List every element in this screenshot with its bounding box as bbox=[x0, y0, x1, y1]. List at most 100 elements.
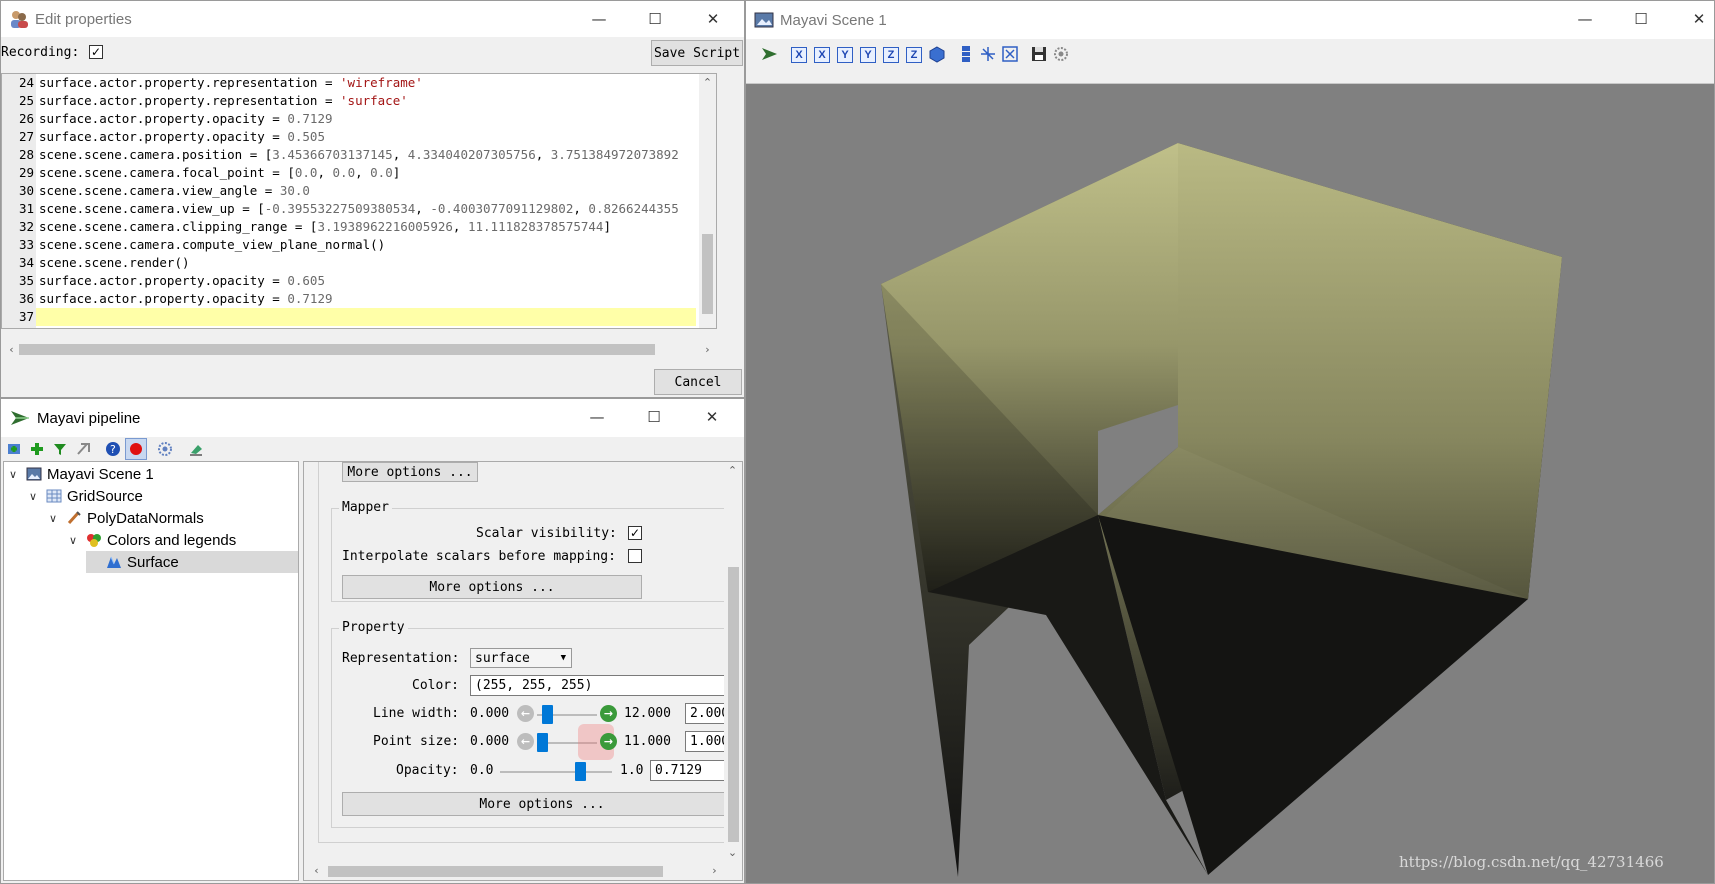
properties-horizontal-scrollbar[interactable]: ‹ › bbox=[304, 862, 724, 880]
code-token: 'wireframe' bbox=[340, 75, 423, 90]
view-plusminus-y-button[interactable]: Y bbox=[860, 47, 876, 63]
decrease-arrow-icon[interactable]: ← bbox=[517, 733, 534, 750]
line-number: 35 bbox=[18, 273, 34, 288]
add-source-icon[interactable] bbox=[28, 440, 46, 458]
color-field[interactable]: (255, 255, 255) bbox=[470, 675, 742, 696]
clear-icon[interactable] bbox=[187, 440, 205, 458]
scroll-down-icon[interactable]: ⌄ bbox=[724, 844, 741, 861]
tree-item-label: Mayavi Scene 1 bbox=[47, 465, 154, 483]
cancel-button[interactable]: Cancel bbox=[654, 369, 742, 395]
view-minus-y-button[interactable]: Y bbox=[837, 47, 853, 63]
editor-horizontal-scrollbar[interactable]: ‹ › bbox=[1, 341, 717, 358]
help-icon[interactable]: ? bbox=[104, 440, 122, 458]
pipeline-maximize-button[interactable]: ☐ bbox=[631, 399, 677, 435]
script-editor[interactable]: 24 surface.actor.property.representation … bbox=[1, 73, 717, 329]
code-line[interactable]: 24 surface.actor.property.representation … bbox=[2, 74, 716, 92]
fullscreen-icon[interactable] bbox=[1001, 45, 1019, 63]
parallel-projection-icon[interactable] bbox=[957, 45, 975, 63]
tree-item-surface[interactable]: Surface bbox=[86, 551, 298, 573]
code-line[interactable]: 31 scene.scene.camera.view_up = [-0.39553… bbox=[2, 200, 716, 218]
scene-close-button[interactable]: ✕ bbox=[1676, 1, 1714, 37]
point-size-slider-knob[interactable] bbox=[537, 733, 549, 752]
isometric-view-icon[interactable] bbox=[928, 45, 946, 63]
code-line[interactable]: 29 scene.scene.camera.focal_point = [0.0,… bbox=[2, 164, 716, 182]
tree-item-colors-and-legends[interactable]: ∨ Colors and legends bbox=[66, 529, 236, 551]
scroll-right-icon[interactable]: › bbox=[706, 862, 723, 879]
opacity-slider-knob[interactable] bbox=[574, 762, 586, 781]
code-token: scene.scene.camera.clipping_range = [ bbox=[39, 219, 318, 234]
scroll-up-icon[interactable]: ⌃ bbox=[724, 462, 741, 479]
chevron-down-icon[interactable]: ∨ bbox=[26, 490, 40, 503]
scroll-left-icon[interactable]: ‹ bbox=[3, 341, 20, 358]
chevron-down-icon[interactable]: ∨ bbox=[46, 512, 60, 525]
increase-arrow-icon[interactable]: → bbox=[600, 733, 617, 750]
tree-item-mayavi-scene-1[interactable]: ∨ Mayavi Scene 1 bbox=[6, 463, 154, 485]
recording-checkbox[interactable]: ✓ bbox=[89, 45, 103, 59]
editor-vscroll-thumb[interactable] bbox=[702, 234, 713, 314]
pipeline-titlebar[interactable]: Mayavi pipeline — ☐ ✕ bbox=[1, 399, 744, 437]
minimize-button[interactable]: — bbox=[576, 1, 622, 37]
mayavi-pipeline-icon[interactable] bbox=[760, 45, 778, 63]
save-icon[interactable] bbox=[1030, 45, 1048, 63]
line-number: 34 bbox=[18, 255, 34, 270]
decrease-arrow-icon[interactable]: ← bbox=[517, 705, 534, 722]
scroll-up-icon[interactable]: ⌃ bbox=[699, 74, 716, 91]
scene-maximize-button[interactable]: ☐ bbox=[1618, 1, 1664, 37]
editor-hscroll-thumb[interactable] bbox=[19, 344, 655, 355]
settings-gear-icon[interactable] bbox=[156, 440, 174, 458]
maximize-button[interactable]: ☐ bbox=[632, 1, 678, 37]
view-plusminus-x-button[interactable]: X bbox=[814, 47, 830, 63]
code-line[interactable]: 34 scene.scene.render() bbox=[2, 254, 716, 272]
property-more-options-button[interactable]: More options ... bbox=[342, 792, 742, 816]
view-minus-z-button[interactable]: Z bbox=[883, 47, 899, 63]
edit-properties-titlebar[interactable]: Edit properties — ☐ ✕ bbox=[1, 1, 744, 37]
scroll-right-icon[interactable]: › bbox=[699, 341, 716, 358]
increase-arrow-icon[interactable]: → bbox=[600, 705, 617, 722]
line-width-slider-knob[interactable] bbox=[542, 705, 554, 724]
opacity-track[interactable] bbox=[500, 771, 612, 773]
pipeline-minimize-button[interactable]: — bbox=[574, 399, 620, 435]
view-minus-x-button[interactable]: X bbox=[791, 47, 807, 63]
chevron-down-icon[interactable]: ∨ bbox=[6, 468, 20, 481]
code-line[interactable]: 30 scene.scene.camera.view_angle = 30.0 bbox=[2, 182, 716, 200]
add-module-icon[interactable] bbox=[74, 440, 92, 458]
chevron-down-icon[interactable]: ∨ bbox=[66, 534, 80, 547]
close-button[interactable]: ✕ bbox=[690, 1, 736, 37]
mapper-more-options-button[interactable]: More options ... bbox=[342, 575, 642, 599]
properties-hscroll-thumb[interactable] bbox=[328, 866, 663, 877]
code-line[interactable]: 28 scene.scene.camera.position = [3.45366… bbox=[2, 146, 716, 164]
pipeline-close-button[interactable]: ✕ bbox=[689, 399, 735, 435]
representation-select[interactable]: surface ▼ bbox=[470, 648, 572, 668]
scalar-visibility-checkbox[interactable]: ✓ bbox=[628, 526, 642, 540]
save-script-button[interactable]: Save Script bbox=[651, 40, 743, 66]
add-scene-icon[interactable] bbox=[5, 440, 23, 458]
tree-item-polydatanormals[interactable]: ∨ PolyDataNormals bbox=[46, 507, 204, 529]
editor-vertical-scrollbar[interactable]: ⌃ ⌄ bbox=[699, 74, 716, 328]
more-options-top-button[interactable]: More options ... bbox=[342, 462, 478, 482]
code-line[interactable]: 25 surface.actor.property.representation … bbox=[2, 92, 716, 110]
code-line[interactable]: 33 scene.scene.camera.compute_view_plane_… bbox=[2, 236, 716, 254]
scene-titlebar[interactable]: Mayavi Scene 1 — ☐ ✕ bbox=[746, 1, 1714, 39]
scroll-down-icon[interactable]: ⌄ bbox=[699, 322, 716, 328]
tree-item-gridsource[interactable]: ∨ GridSource bbox=[26, 485, 143, 507]
view-plusminus-z-button[interactable]: Z bbox=[906, 47, 922, 63]
add-filter-icon[interactable] bbox=[51, 440, 69, 458]
axes-indicator-icon[interactable] bbox=[979, 45, 997, 63]
configure-gear-icon[interactable] bbox=[1052, 45, 1070, 63]
scene-viewport[interactable]: https://blog.csdn.net/qq_42731466 bbox=[746, 85, 1714, 883]
record-button[interactable] bbox=[125, 438, 147, 460]
scroll-left-icon[interactable]: ‹ bbox=[308, 862, 325, 879]
code-line[interactable]: 26 surface.actor.property.opacity = 0.712… bbox=[2, 110, 716, 128]
scene-toolbar: XXYYZZ bbox=[746, 39, 1714, 84]
pipeline-tree[interactable]: ∨ Mayavi Scene 1 ∨ GridSource ∨ PolyDataNorma… bbox=[3, 461, 299, 881]
line-number: 28 bbox=[18, 147, 34, 162]
code-line[interactable]: 37 bbox=[19, 308, 696, 326]
properties-vertical-scrollbar[interactable]: ⌃ ⌄ bbox=[724, 462, 742, 862]
interpolate-scalars-checkbox[interactable] bbox=[628, 549, 642, 563]
scene-minimize-button[interactable]: — bbox=[1562, 1, 1608, 37]
properties-vscroll-thumb[interactable] bbox=[728, 567, 739, 842]
code-line[interactable]: 35 surface.actor.property.opacity = 0.605 bbox=[2, 272, 716, 290]
code-line[interactable]: 36 surface.actor.property.opacity = 0.712… bbox=[2, 290, 716, 308]
code-line[interactable]: 27 surface.actor.property.opacity = 0.505 bbox=[2, 128, 716, 146]
code-line[interactable]: 32 scene.scene.camera.clipping_range = [3… bbox=[2, 218, 716, 236]
